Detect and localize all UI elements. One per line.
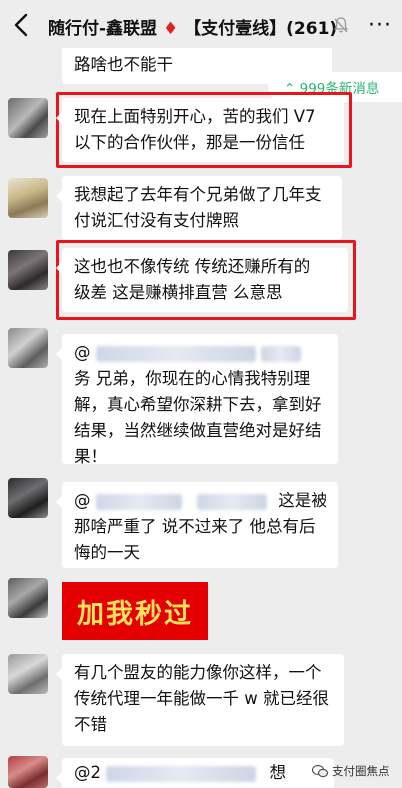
blurred-name [106, 765, 257, 782]
back-button[interactable] [8, 10, 34, 40]
avatar[interactable] [8, 98, 48, 138]
blurred-name [197, 493, 267, 510]
message-line: 付说汇付没有支付牌照 [74, 211, 239, 230]
title-prefix: 随行付-鑫联盟 [48, 19, 158, 39]
message-bubble[interactable]: @ 这是被 那啥严重了 说不过来了 他总有后 悔的一天 [56, 482, 338, 568]
message-line: 现在上面特别开心，苦的我们 V7 [74, 107, 316, 126]
ad-text: 加我秒过 [77, 598, 193, 630]
message-text: 路啥也不能干 [74, 55, 173, 74]
message-line: 级差 这是赚横排直营 么意思 [74, 283, 283, 302]
watermark-text: 支付圈焦点 [332, 764, 390, 778]
blurred-name [95, 493, 182, 510]
watermark: 支付圈焦点 [312, 760, 390, 782]
mention-at: @ [74, 343, 91, 362]
message-line: 以下的合作伙伴，那是一份信任 [74, 133, 305, 152]
diamond-icon: ♦ [162, 19, 179, 39]
message-line-mention: @ 这是被 [74, 488, 326, 514]
message-line: 悔的一天 [74, 543, 140, 562]
avatar[interactable] [8, 328, 48, 368]
message-line: 我想起了去年有个兄弟做了几年支 [74, 185, 322, 204]
blurred-text [261, 345, 301, 362]
chat-header: 随行付-鑫联盟 ♦ 【支付壹线】(261) ··· [0, 0, 402, 50]
wechat-icon [312, 764, 328, 778]
more-options-button[interactable]: ··· [365, 12, 395, 38]
message-line-mention: @ [74, 340, 326, 366]
avatar[interactable] [8, 478, 48, 518]
message-line: 这也也不像传统 传统还赚所有的 [74, 257, 311, 276]
chevron-left-icon [14, 13, 28, 37]
message-bubble[interactable]: 我想起了去年有个兄弟做了几年支 付说汇付没有支付牌照 [56, 176, 342, 240]
avatar[interactable] [8, 178, 48, 218]
mention-at: @2 [74, 763, 101, 782]
mention-at: @ [74, 491, 91, 510]
mute-bell-icon [333, 17, 349, 33]
ad-image[interactable]: 加我秒过 [62, 582, 208, 640]
message-line: 务 兄弟，你现在的心情我特别理 [74, 369, 311, 388]
message-line: 结果，当然继续做直营绝对是好结 [74, 421, 322, 440]
avatar[interactable] [8, 756, 48, 788]
message-line: 传统代理一年能做一千 w 就已经很 [74, 689, 329, 708]
message-bubble[interactable]: @2 想 [56, 758, 334, 788]
message-bubble[interactable]: @ 务 兄弟，你现在的心情我特别理 解，真心希望你深耕下去，拿到好 结果，当然继… [56, 334, 338, 466]
avatar[interactable] [8, 250, 48, 290]
message-line: 有几个盟友的能力像你这样，一个 [74, 663, 322, 682]
message-bubble[interactable]: 有几个盟友的能力像你这样，一个 传统代理一年能做一千 w 就已经很 不错 [56, 654, 344, 746]
avatar[interactable] [8, 578, 48, 618]
avatar[interactable] [8, 654, 48, 694]
message-line: 那啥严重了 说不过来了 他总有后 [74, 517, 316, 536]
message-text-tail: 想 [269, 763, 287, 782]
message-bubble[interactable]: 这也也不像传统 传统还赚所有的 级差 这是赚横排直营 么意思 [56, 248, 348, 312]
blurred-name [95, 345, 256, 362]
message-bubble[interactable]: 现在上面特别开心，苦的我们 V7 以下的合作伙伴，那是一份信任 [56, 98, 344, 162]
message-line: 解，真心希望你深耕下去，拿到好 [74, 395, 322, 414]
title-suffix: 【支付壹线】(261) [184, 19, 338, 39]
message-line: 不错 [74, 715, 107, 734]
chat-title: 随行付-鑫联盟 ♦ 【支付壹线】(261) [48, 14, 337, 39]
message-text-tail: 这是被 [278, 491, 326, 510]
message-line: 果！ [74, 447, 107, 466]
